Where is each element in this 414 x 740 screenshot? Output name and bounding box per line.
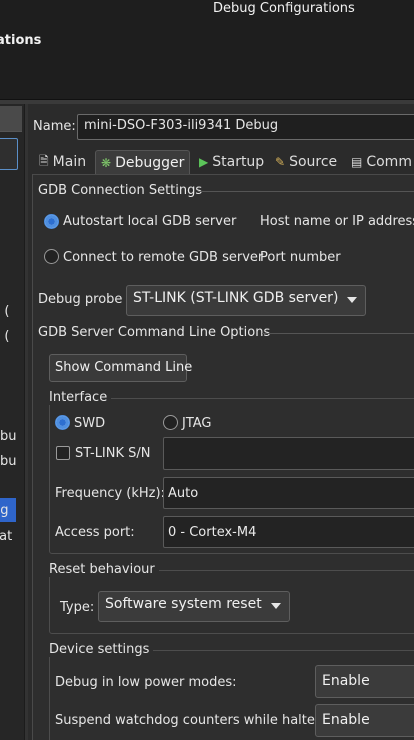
- debug-probe-value: ST-LINK (ST-LINK GDB server): [133, 290, 339, 306]
- window-title-bar: Debug Configurations: [0, 0, 414, 20]
- chevron-down-icon: [271, 603, 281, 609]
- panel-splitter[interactable]: [24, 104, 28, 740]
- header-separator: [0, 100, 414, 104]
- serial-checkbox[interactable]: [56, 446, 70, 460]
- debug-probe-select[interactable]: ST-LINK (ST-LINK GDB server): [126, 285, 366, 316]
- gdb-connection-group-title: GDB Connection Settings: [38, 183, 203, 198]
- source-icon: ✎: [275, 155, 286, 169]
- reset-type-label: Type:: [60, 600, 95, 615]
- tree-toolbar[interactable]: [0, 106, 22, 132]
- tab-startup[interactable]: ▶ Startup: [194, 150, 269, 174]
- name-input[interactable]: mini-DSO-F303-ili9341 Debug: [77, 114, 414, 140]
- tab-main[interactable]: 🗎 Main: [34, 150, 91, 174]
- bug-icon: ❋: [101, 155, 112, 170]
- filter-input[interactable]: [0, 138, 18, 170]
- server-options-group-title: GDB Server Command Line Options: [38, 325, 271, 340]
- tab-source[interactable]: ✎ Source: [270, 150, 342, 174]
- config-tree-panel: g ( g ( ebu ebu ug cat: [0, 104, 24, 740]
- low-power-select[interactable]: Enable: [315, 665, 414, 698]
- tree-item[interactable]: ebu: [0, 454, 17, 469]
- reset-type-value: Software system reset: [105, 596, 262, 612]
- access-port-field[interactable]: 0 - Cortex-M4: [163, 516, 414, 548]
- debug-probe-label: Debug probe: [38, 292, 123, 307]
- remote-radio[interactable]: [44, 249, 59, 264]
- chevron-down-icon: [347, 297, 357, 303]
- serial-label: ST-LINK S/N: [75, 446, 151, 461]
- frequency-label: Frequency (kHz):: [55, 486, 165, 501]
- autostart-label: Autostart local GDB server: [63, 214, 237, 229]
- tab-debugger[interactable]: ❋ Debugger: [95, 150, 191, 174]
- reset-group-title: Reset behaviour: [49, 562, 159, 577]
- name-label: Name:: [33, 119, 76, 134]
- serial-number-field[interactable]: [163, 437, 414, 470]
- reset-type-select[interactable]: Software system reset: [98, 591, 290, 622]
- dialog-header: ations: [0, 20, 414, 100]
- tree-item-selected[interactable]: ug: [0, 503, 9, 518]
- group-divider: [198, 191, 414, 192]
- tree-item[interactable]: g (: [0, 304, 9, 319]
- tab-common[interactable]: ▤ Comm: [346, 150, 414, 174]
- host-label: Host name or IP address: [260, 214, 414, 229]
- dialog-header-title: ations: [0, 33, 42, 48]
- low-power-label: Debug in low power modes:: [55, 675, 237, 690]
- show-command-line-button[interactable]: Show Command Line: [49, 354, 192, 382]
- document-icon: 🗎: [39, 153, 49, 168]
- access-port-label: Access port:: [55, 525, 135, 540]
- swd-radio[interactable]: [55, 415, 70, 430]
- tree-item[interactable]: g (: [0, 329, 9, 344]
- config-tabs: 🗎 Main ❋ Debugger ▶ Startup ✎ Source ▤ C…: [32, 150, 414, 174]
- port-label: Port number: [260, 250, 341, 265]
- group-divider: [262, 333, 414, 334]
- tab-source-label: Source: [289, 154, 338, 170]
- tab-startup-label: Startup: [212, 154, 265, 170]
- interface-group-title: Interface: [49, 390, 112, 405]
- tab-common-label: Comm: [366, 154, 412, 170]
- frequency-field[interactable]: Auto: [163, 477, 414, 509]
- tree-item[interactable]: ebu: [0, 429, 17, 444]
- window-title: Debug Configurations: [213, 1, 355, 16]
- tab-debugger-label: Debugger: [115, 154, 185, 171]
- jtag-radio[interactable]: [163, 415, 178, 430]
- watchdog-label: Suspend watchdog counters while halted:: [55, 713, 328, 728]
- tab-main-label: Main: [52, 154, 87, 170]
- autostart-radio[interactable]: [44, 214, 59, 229]
- jtag-label: JTAG: [182, 416, 212, 431]
- remote-label: Connect to remote GDB server: [63, 250, 264, 265]
- common-icon: ▤: [351, 155, 363, 169]
- play-icon: ▶: [199, 155, 209, 169]
- device-group-title: Device settings: [49, 642, 154, 657]
- watchdog-select[interactable]: Enable: [315, 704, 414, 737]
- tree-item[interactable]: cat: [0, 529, 12, 544]
- swd-label: SWD: [74, 416, 106, 431]
